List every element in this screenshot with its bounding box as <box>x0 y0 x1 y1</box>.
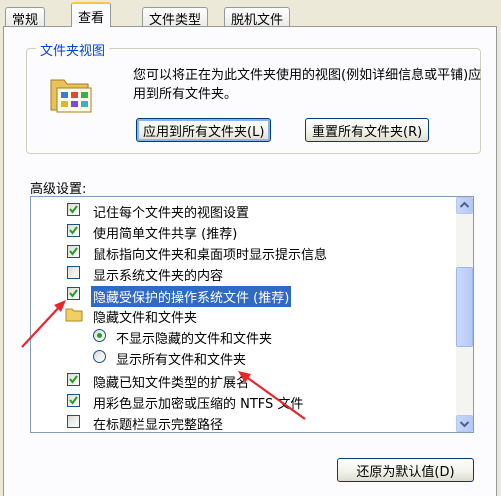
list-item-label: 隐藏已知文件类型的扩展名 <box>93 376 250 391</box>
advanced-settings-list[interactable]: 记住每个文件夹的视图设置 使用简单文件共享 (推荐) 鼠标指向文件夹和桌面项时显… <box>30 196 474 433</box>
list-item-label: 使用简单文件共享 (推荐) <box>93 227 238 242</box>
chevron-down-icon <box>459 421 470 428</box>
list-item-selected[interactable]: 隐藏受保护的操作系统文件 (推荐) <box>31 283 451 307</box>
tab-file-types[interactable]: 文件类型 <box>142 7 209 28</box>
tab-strip: 常规 查看 文件类型 脱机文件 <box>0 0 501 28</box>
list-item[interactable]: 鼠标指向文件夹和桌面项时显示提示信息 <box>31 241 451 263</box>
list-item-label: 在标题栏显示完整路径 <box>93 418 224 433</box>
checkmark-icon <box>69 375 78 384</box>
checkbox[interactable] <box>67 287 80 300</box>
tab-offline-files[interactable]: 脱机文件 <box>224 7 291 28</box>
checkbox[interactable] <box>67 394 80 407</box>
tab-view[interactable]: 查看 <box>71 2 112 27</box>
tab-general[interactable]: 常规 <box>5 7 46 28</box>
restore-defaults-button[interactable]: 还原为默认值(D) <box>337 458 474 482</box>
list-item[interactable]: 显示系统文件夹的内容 <box>31 262 451 284</box>
checkbox[interactable] <box>67 203 80 216</box>
radio-button[interactable] <box>93 350 106 363</box>
checkmark-icon <box>69 247 78 256</box>
radio-button[interactable] <box>93 329 106 342</box>
list-item[interactable]: 使用简单文件共享 (推荐) <box>31 220 451 242</box>
checkbox[interactable] <box>67 245 80 258</box>
tab-label: 查看 <box>78 11 105 26</box>
checkbox[interactable] <box>67 266 80 279</box>
list-item-label: 隐藏文件和文件夹 <box>93 311 198 326</box>
folder-views-icon <box>48 70 94 120</box>
checkmark-icon <box>69 289 78 298</box>
list-item-label: 不显示隐藏的文件和文件夹 <box>116 332 273 347</box>
list-item-label: 记住每个文件夹的视图设置 <box>93 206 250 221</box>
reset-all-folders-button[interactable]: 重置所有文件夹(R) <box>305 118 430 142</box>
list-item[interactable]: 在标题栏显示完整路径 <box>31 411 451 433</box>
list-item[interactable]: 记住每个文件夹的视图设置 <box>31 199 451 221</box>
list-item-label: 显示所有文件和文件夹 <box>116 353 247 368</box>
checkmark-icon <box>69 396 78 405</box>
list-item: 隐藏文件和文件夹 <box>31 304 451 326</box>
checkbox[interactable] <box>67 415 80 428</box>
list-item[interactable]: 隐藏已知文件类型的扩展名 <box>31 369 451 391</box>
folder-icon <box>65 308 83 322</box>
list-item-label: 用彩色显示加密或压缩的 NTFS 文件 <box>93 397 304 412</box>
list-item-label: 鼠标指向文件夹和桌面项时显示提示信息 <box>93 248 328 263</box>
list-item[interactable]: 用彩色显示加密或压缩的 NTFS 文件 <box>31 390 451 412</box>
folder-views-description: 您可以将正在为此文件夹使用的视图(例如详细信息或平铺)应用到所有文件夹。 <box>133 68 482 102</box>
scroll-up-button[interactable] <box>456 197 473 214</box>
list-item-label: 显示系统文件夹的内容 <box>93 269 224 284</box>
chevron-up-icon <box>459 201 470 208</box>
apply-to-all-folders-button[interactable]: 应用到所有文件夹(L) <box>136 118 272 142</box>
checkmark-icon <box>69 226 78 235</box>
scroll-down-button[interactable] <box>456 415 473 432</box>
vertical-scrollbar[interactable] <box>456 197 473 432</box>
scroll-thumb[interactable] <box>456 267 473 347</box>
checkbox[interactable] <box>67 373 80 386</box>
list-item[interactable]: 显示所有文件和文件夹 <box>31 346 451 368</box>
checkmark-icon <box>69 205 78 214</box>
checkbox[interactable] <box>67 224 80 237</box>
group-title: 文件夹视图 <box>36 40 110 59</box>
list-item[interactable]: 不显示隐藏的文件和文件夹 <box>31 325 451 347</box>
advanced-settings-label: 高级设置: <box>30 182 87 197</box>
